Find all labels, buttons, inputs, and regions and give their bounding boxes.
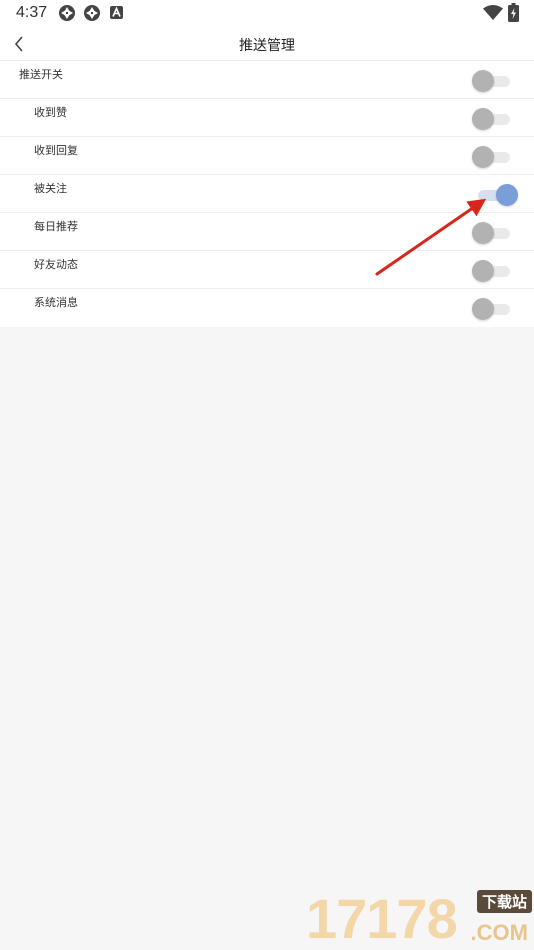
setting-label: 系统消息 [34,296,78,309]
push-master-toggle[interactable] [472,70,512,92]
setting-row-likes[interactable]: 收到赞 [0,99,534,137]
watermark-logo: 17178 下载站 .COM [306,890,532,948]
setting-label: 好友动态 [34,258,78,271]
setting-row-system-messages[interactable]: 系统消息 [0,289,534,327]
app-a-icon [110,6,123,19]
nav-bar: 推送管理 [0,28,534,61]
battery-charging-icon [508,3,519,22]
setting-label: 推送开关 [19,68,63,81]
setting-label: 被关注 [34,182,67,195]
watermark-digits: 17178 [306,887,458,950]
setting-label: 收到赞 [34,106,67,119]
camera-shutter-icon [84,5,100,21]
setting-label: 每日推荐 [34,220,78,233]
setting-row-replies[interactable]: 收到回复 [0,137,534,175]
replies-toggle[interactable] [472,146,512,168]
watermark-suffix: .COM [470,920,528,945]
likes-toggle[interactable] [472,108,512,130]
system-messages-toggle[interactable] [472,298,512,320]
annotation-arrow [375,198,487,276]
status-time: 4:37 [16,4,48,21]
wifi-icon [483,5,503,20]
camera-shutter-icon [59,5,75,21]
setting-row-push-master[interactable]: 推送开关 [0,61,534,99]
watermark-badge: 下载站 [476,890,532,913]
status-bar: 4:37 [0,0,534,28]
setting-label: 收到回复 [34,144,78,157]
page-title: 推送管理 [239,38,295,54]
